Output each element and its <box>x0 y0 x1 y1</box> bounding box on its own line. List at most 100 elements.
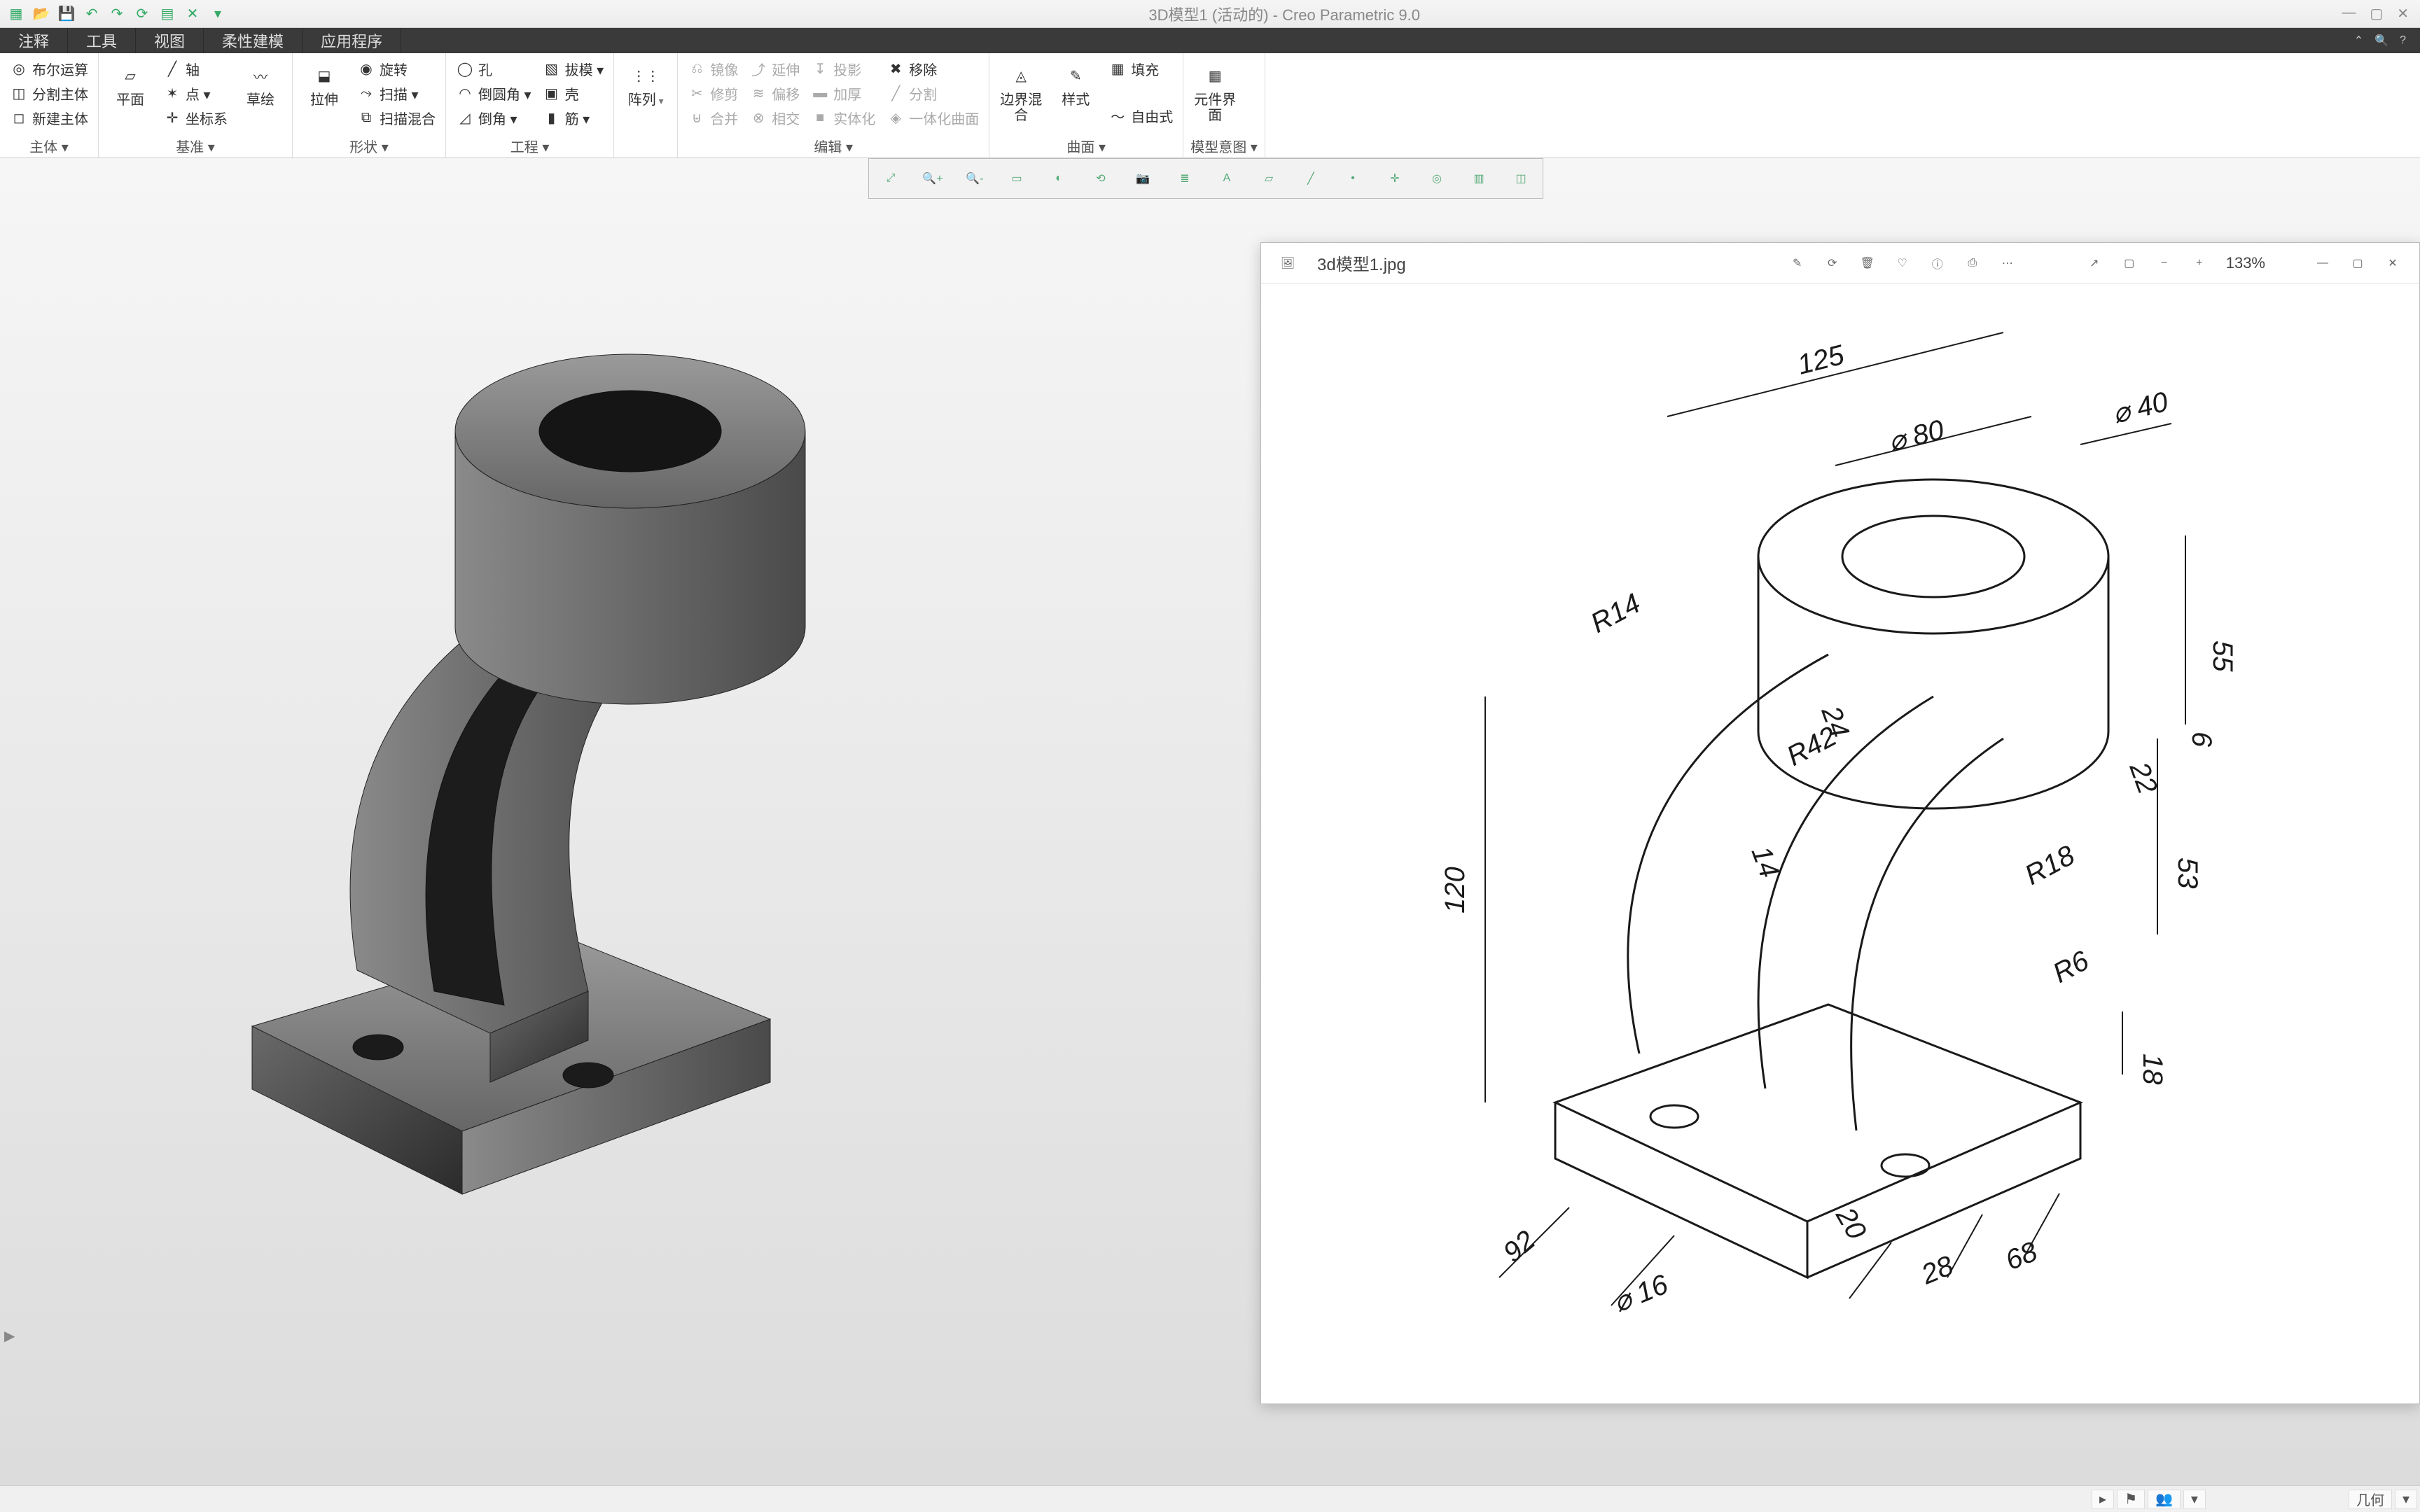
btn-merge[interactable]: ⊎合并 <box>685 106 741 130</box>
window-close-icon[interactable]: ✕ <box>2397 5 2409 22</box>
tab-annotate[interactable]: 注释 <box>0 28 68 53</box>
status-dd[interactable]: ▾ <box>2395 1490 2417 1509</box>
viewer-canvas[interactable]: 125 ⌀ 80 ⌀ 40 R14 24 R42 14 120 55 6 22 … <box>1261 284 2419 1404</box>
btn-boundary-blend[interactable]: ◬边界混合 <box>996 57 1045 126</box>
btn-axis[interactable]: ╱轴 <box>160 57 230 80</box>
btn-rib[interactable]: ▮筋 ▾ <box>540 106 607 130</box>
qat-redo-icon[interactable]: ↷ <box>108 5 126 23</box>
tbtn-datum-point-icon[interactable]: • <box>1338 164 1368 193</box>
tbtn-spin-icon[interactable]: ◎ <box>1422 164 1452 193</box>
status-btn-1[interactable]: ▸ <box>2092 1490 2114 1509</box>
viewer-open-with-icon[interactable]: ↗ <box>2082 251 2107 276</box>
group-intent-label: 模型意图 ▾ <box>1190 134 1258 156</box>
ribbon-search-icon[interactable]: 🔍 <box>2374 34 2388 48</box>
tbtn-datum-plane-icon[interactable]: ▱ <box>1254 164 1284 193</box>
qat-close-icon[interactable]: ✕ <box>183 5 202 23</box>
btn-remove[interactable]: ✖移除 <box>884 57 982 80</box>
viewer-zoom-in-icon[interactable]: + <box>2187 251 2212 276</box>
tbtn-saved-views-icon[interactable]: 📷 <box>1128 164 1157 193</box>
qat-save-icon[interactable]: 💾 <box>57 5 76 23</box>
qat-windows-icon[interactable]: ▤ <box>158 5 176 23</box>
tab-applications[interactable]: 应用程序 <box>302 28 401 53</box>
viewer-slideshow-icon[interactable]: ▢ <box>2117 251 2142 276</box>
btn-hole[interactable]: ◯孔 <box>453 57 534 80</box>
btn-chamfer[interactable]: ◿倒角 ▾ <box>453 106 534 130</box>
btn-split[interactable]: ╱分割 <box>884 82 982 105</box>
tbtn-annot-icon[interactable]: A <box>1212 164 1242 193</box>
btn-pattern[interactable]: ⋮⋮阵列 <box>621 57 670 111</box>
tbtn-clip-icon[interactable]: ▥ <box>1464 164 1494 193</box>
btn-round[interactable]: ◠倒圆角 ▾ <box>453 82 534 105</box>
btn-draft[interactable]: ▧拔模 ▾ <box>540 57 607 80</box>
qat-dropdown-icon[interactable]: ▾ <box>209 5 227 23</box>
extend-icon: ⤴ <box>749 60 767 78</box>
btn-project[interactable]: ↧投影 <box>808 57 878 80</box>
btn-unify-surf[interactable]: ◈一体化曲面 <box>884 106 982 130</box>
status-btn-2[interactable]: ⚑ <box>2117 1490 2145 1509</box>
qat-regen-icon[interactable]: ⟳ <box>133 5 151 23</box>
point-icon: ✶ <box>163 85 181 103</box>
viewer-edit-icon[interactable]: ✎ <box>1785 251 1810 276</box>
btn-sketch[interactable]: 〰草绘 <box>236 57 285 111</box>
viewer-delete-icon[interactable]: 🗑 <box>1855 251 1880 276</box>
viewer-info-icon[interactable]: ⓘ <box>1925 251 1950 276</box>
viewer-close-icon[interactable]: ✕ <box>2380 251 2405 276</box>
btn-component-interface[interactable]: ▦元件界面 <box>1190 57 1239 126</box>
status-btn-3[interactable]: 👥 <box>2148 1490 2181 1509</box>
btn-split-body[interactable]: ◫分割主体 <box>7 82 91 105</box>
status-filter[interactable]: 几何 <box>2349 1490 2392 1509</box>
btn-revolve[interactable]: ◉旋转 <box>354 57 438 80</box>
tab-view[interactable]: 视图 <box>136 28 204 53</box>
tbtn-shade-icon[interactable]: ◐ <box>1044 164 1073 193</box>
viewer-more-icon[interactable]: ⋯ <box>1995 251 2020 276</box>
tab-tools[interactable]: 工具 <box>68 28 136 53</box>
model-tree-toggle[interactable]: ▶ <box>4 1327 15 1345</box>
btn-point[interactable]: ✶点 ▾ <box>160 82 230 105</box>
tbtn-refit-icon[interactable]: ⤢ <box>876 164 905 193</box>
viewer-maximize-icon[interactable]: ▢ <box>2345 251 2370 276</box>
tbtn-datum-csys-icon[interactable]: ✛ <box>1380 164 1410 193</box>
btn-mirror[interactable]: ⎌镜像 <box>685 57 741 80</box>
btn-extrude[interactable]: ⬓拉伸 <box>300 57 349 111</box>
btn-new-body[interactable]: ◻新建主体 <box>7 106 91 130</box>
btn-style[interactable]: ✎样式 <box>1051 57 1100 111</box>
btn-boolean[interactable]: ◎布尔运算 <box>7 57 91 80</box>
qat-new-icon[interactable]: ▦ <box>7 5 25 23</box>
viewer-favorite-icon[interactable]: ♡ <box>1890 251 1915 276</box>
btn-thicken[interactable]: ▬加厚 <box>808 82 878 105</box>
ribbon-collapse-icon[interactable]: ⌃ <box>2354 34 2363 48</box>
svg-text:R18: R18 <box>2020 839 2080 891</box>
ribbon-help-icon[interactable]: ? <box>2400 34 2406 47</box>
btn-shell[interactable]: ▣壳 <box>540 82 607 105</box>
tbtn-repaint-icon[interactable]: ⟲ <box>1086 164 1115 193</box>
btn-swept-blend[interactable]: ⧉扫描混合 <box>354 106 438 130</box>
btn-offset[interactable]: ≋偏移 <box>746 82 802 105</box>
tbtn-zoom-out-icon[interactable]: 🔍- <box>960 164 989 193</box>
tbtn-persp-icon[interactable]: ◫ <box>1506 164 1536 193</box>
window-maximize-icon[interactable]: ▢ <box>2370 5 2383 22</box>
btn-trim[interactable]: ✂修剪 <box>685 82 741 105</box>
btn-csys[interactable]: ✛坐标系 <box>160 106 230 130</box>
title-app: Creo Parametric 9.0 <box>1282 6 1420 24</box>
window-title: 3D模型1 (活动的) - Creo Parametric 9.0 <box>227 3 2342 25</box>
tbtn-layers-icon[interactable]: ≣ <box>1170 164 1199 193</box>
tbtn-zoom-in-icon[interactable]: 🔍+ <box>918 164 947 193</box>
window-minimize-icon[interactable]: — <box>2342 5 2356 22</box>
btn-extend[interactable]: ⤴延伸 <box>746 57 802 80</box>
qat-open-icon[interactable]: 📂 <box>32 5 50 23</box>
viewer-minimize-icon[interactable]: — <box>2310 251 2335 276</box>
viewer-zoom-out-icon[interactable]: − <box>2152 251 2177 276</box>
btn-plane[interactable]: ▱平面 <box>106 57 155 111</box>
viewer-share-icon[interactable]: ⎙ <box>1960 251 1985 276</box>
btn-solidify[interactable]: ■实体化 <box>808 106 878 130</box>
qat-undo-icon[interactable]: ↶ <box>83 5 101 23</box>
viewer-rotate-icon[interactable]: ⟳ <box>1820 251 1845 276</box>
status-btn-4[interactable]: ▾ <box>2183 1490 2206 1509</box>
btn-freeform[interactable]: 〜自由式 <box>1106 104 1176 127</box>
tbtn-zoom-area-icon[interactable]: ▭ <box>1002 164 1031 193</box>
tab-flexible[interactable]: 柔性建模 <box>204 28 302 53</box>
tbtn-datum-axis-icon[interactable]: ╱ <box>1296 164 1326 193</box>
btn-fill[interactable]: ▦填充 <box>1106 57 1176 80</box>
btn-intersect[interactable]: ⊗相交 <box>746 106 802 130</box>
btn-sweep[interactable]: ⤳扫描 ▾ <box>354 82 438 105</box>
